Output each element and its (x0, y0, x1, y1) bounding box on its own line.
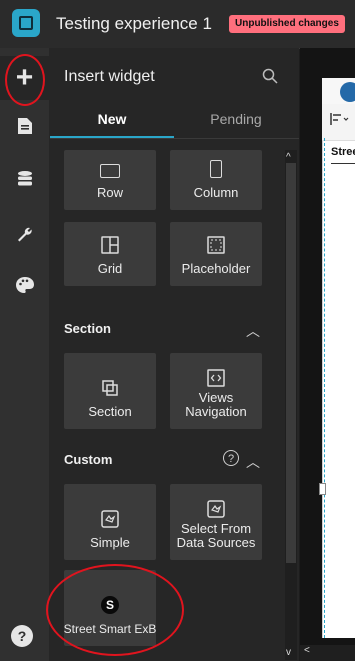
scroll-up-icon[interactable]: ^ (286, 152, 291, 163)
chevron-up-icon[interactable]: ︿ (246, 452, 260, 472)
panel-title: Insert widget (64, 68, 155, 85)
tile-label: Grid (97, 261, 123, 276)
section-icon (102, 380, 118, 396)
canvas-widget-underline (331, 163, 355, 164)
canvas-widget-label[interactable]: Stree (331, 146, 355, 158)
tile-label: Select From Data Sources (176, 521, 256, 550)
theme-button[interactable] (0, 263, 49, 307)
widget-tile-views-navigation[interactable]: Views Navigation (170, 353, 262, 429)
panel-scrollbar-thumb[interactable] (286, 163, 296, 563)
widget-tile-column[interactable]: Column (170, 150, 262, 210)
column-icon (210, 160, 222, 178)
scroll-down-icon[interactable]: v (286, 647, 291, 658)
selection-outline (324, 138, 355, 638)
unpublished-badge: Unpublished changes (229, 15, 345, 33)
scroll-left-icon[interactable]: < (304, 645, 310, 656)
settings-button[interactable] (0, 212, 49, 256)
tile-label: Section (88, 404, 132, 419)
widget-tile-section[interactable]: Section (64, 353, 156, 429)
palette-icon (15, 277, 34, 293)
question-icon[interactable]: ? (223, 450, 239, 466)
help-icon[interactable]: ? (11, 625, 33, 647)
page-icon (17, 118, 32, 134)
widget-tile-row[interactable]: Row (64, 150, 156, 210)
grid-icon (101, 236, 119, 254)
data-button[interactable] (0, 157, 49, 201)
widget-tile-simple[interactable]: Simple (64, 484, 156, 560)
custom-widget-icon (207, 500, 225, 518)
custom-group-title: Custom (64, 452, 113, 467)
placeholder-icon (207, 236, 225, 254)
widget-tile-placeholder[interactable]: Placeholder (170, 222, 262, 286)
annotation-circle (46, 564, 184, 656)
wrench-icon (17, 227, 32, 242)
tab-pending[interactable]: Pending (174, 102, 298, 136)
database-icon (17, 171, 32, 186)
chevron-up-icon[interactable]: ︿ (246, 321, 260, 341)
custom-widget-icon (101, 510, 119, 528)
views-navigation-icon (207, 369, 225, 387)
resize-handle[interactable] (319, 483, 326, 495)
section-group-title: Section (64, 321, 111, 336)
widget-tile-grid[interactable]: Grid (64, 222, 156, 286)
row-icon (100, 164, 120, 178)
tab-new[interactable]: New (50, 102, 174, 136)
tab-divider (50, 138, 299, 139)
tile-label: Column (193, 185, 239, 200)
app-logo-icon[interactable] (12, 9, 40, 37)
align-icon[interactable] (330, 112, 350, 129)
experience-title[interactable]: Testing experience 1 (56, 14, 212, 34)
avatar (340, 82, 355, 102)
canvas-header (322, 78, 355, 104)
page-button[interactable] (0, 104, 49, 148)
tile-label: Simple (90, 535, 130, 550)
tile-label: Placeholder (181, 261, 251, 276)
tile-label: Row (96, 185, 123, 200)
widget-tile-select-from-data-sources[interactable]: Select From Data Sources (170, 484, 262, 560)
tile-label: Views Navigation (185, 390, 247, 419)
annotation-circle (5, 54, 45, 106)
search-icon[interactable] (262, 68, 278, 89)
